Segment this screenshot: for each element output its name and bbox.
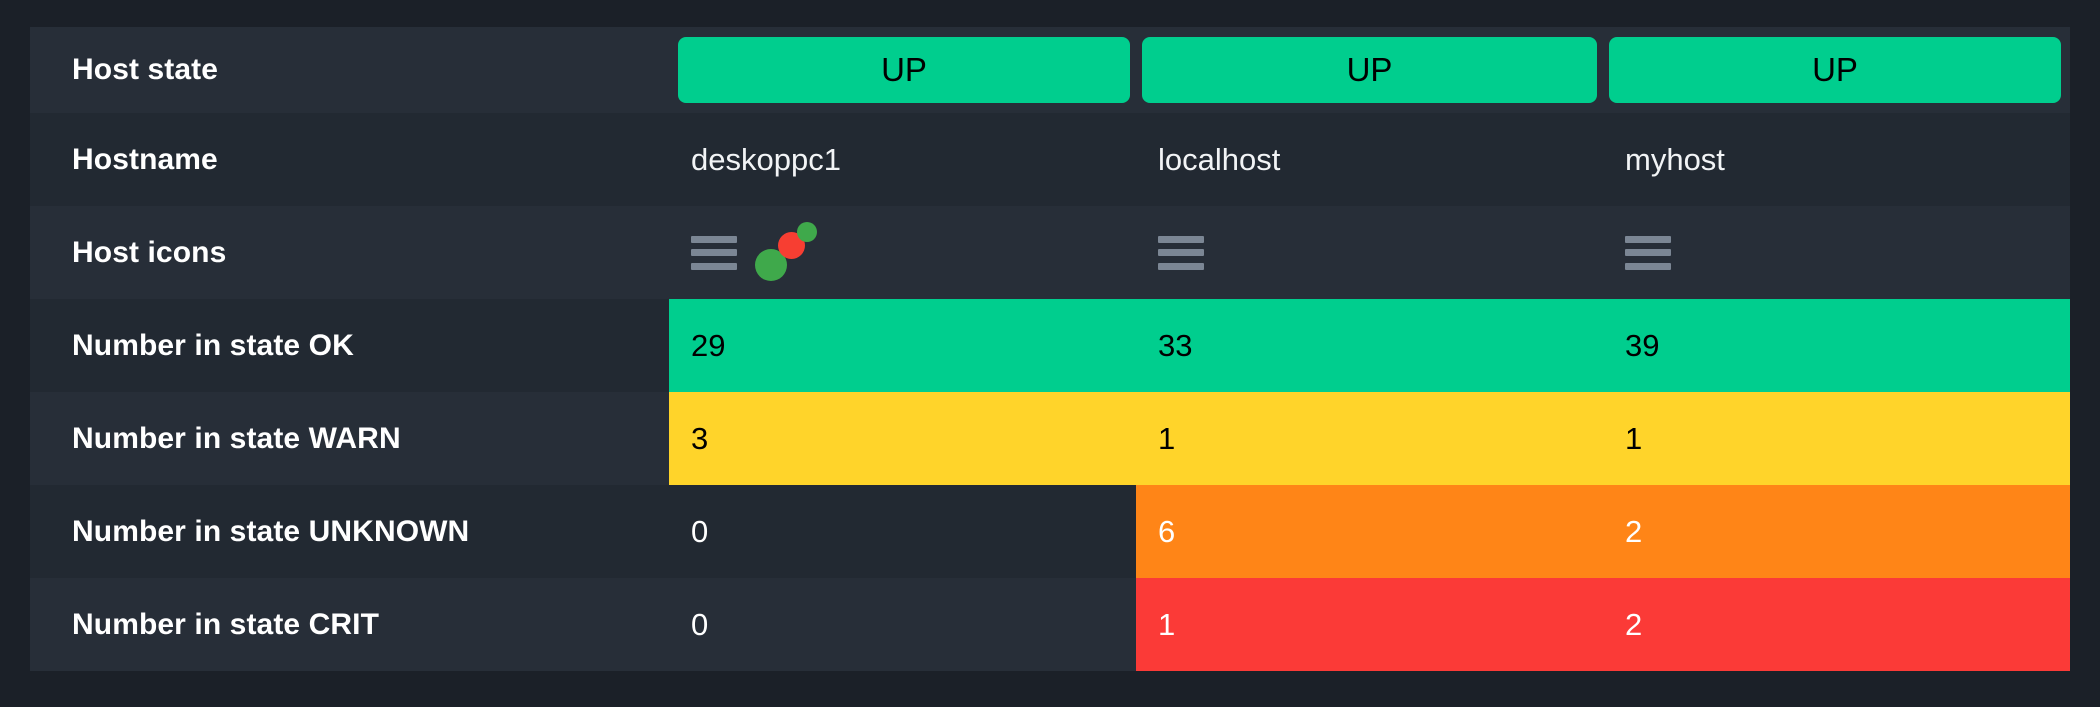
row-label-state-unknown: Number in state UNKNOWN xyxy=(30,485,669,578)
host-state-cell-1: UP xyxy=(669,27,1136,113)
table-row-state-warn: Number in state WARN 3 1 1 xyxy=(30,392,2070,485)
row-label-state-crit: Number in state CRIT xyxy=(30,578,669,671)
table-row-host-icons: Host icons xyxy=(30,206,2070,299)
hostname-value-3: myhost xyxy=(1625,141,1725,177)
row-label-state-ok: Number in state OK xyxy=(30,299,669,392)
table-row-state-ok: Number in state OK 29 33 39 xyxy=(30,299,2070,392)
menu-icon[interactable] xyxy=(1625,235,1671,270)
hostname-value-1: deskoppc1 xyxy=(691,141,841,177)
hostname-cell-1[interactable]: deskoppc1 xyxy=(669,113,1136,206)
table-row-hostname: Hostname deskoppc1 localhost myhost xyxy=(30,113,2070,206)
state-warn-value-1[interactable]: 3 xyxy=(669,392,1136,485)
menu-icon[interactable] xyxy=(1158,235,1204,270)
host-icons-cell-1 xyxy=(669,206,1136,299)
state-crit-value-1[interactable]: 0 xyxy=(669,578,1136,671)
state-ok-value-1[interactable]: 29 xyxy=(669,299,1136,392)
row-label-host-state: Host state xyxy=(30,27,669,113)
table-row-state-unknown: Number in state UNKNOWN 0 6 2 xyxy=(30,485,2070,578)
hostname-cell-2[interactable]: localhost xyxy=(1136,113,1603,206)
host-state-button-1[interactable]: UP xyxy=(678,37,1130,103)
table-row-host-state: Host state UP UP UP xyxy=(30,27,2070,113)
host-state-cell-2: UP xyxy=(1136,27,1603,113)
host-icons-cell-3 xyxy=(1603,206,2070,299)
state-unknown-value-2[interactable]: 6 xyxy=(1136,485,1603,578)
hostname-value-2: localhost xyxy=(1158,141,1281,177)
menu-icon[interactable] xyxy=(691,235,737,270)
host-state-cell-3: UP xyxy=(1603,27,2070,113)
state-crit-value-2[interactable]: 1 xyxy=(1136,578,1603,671)
state-ok-value-3[interactable]: 39 xyxy=(1603,299,2070,392)
host-icons-cell-2 xyxy=(1136,206,1603,299)
host-overview-page: Host state UP UP UP Hostname deskoppc1 l… xyxy=(0,0,2100,707)
hostname-cell-3[interactable]: myhost xyxy=(1603,113,2070,206)
state-unknown-value-3[interactable]: 2 xyxy=(1603,485,2070,578)
row-label-host-icons: Host icons xyxy=(30,206,669,299)
host-state-button-2[interactable]: UP xyxy=(1142,37,1597,103)
row-label-state-warn: Number in state WARN xyxy=(30,392,669,485)
host-overview-table: Host state UP UP UP Hostname deskoppc1 l… xyxy=(30,27,2070,671)
state-ok-value-2[interactable]: 33 xyxy=(1136,299,1603,392)
row-label-hostname: Hostname xyxy=(30,113,669,206)
table-row-state-crit: Number in state CRIT 0 1 2 xyxy=(30,578,2070,671)
topology-icon[interactable] xyxy=(755,221,817,281)
host-state-button-3[interactable]: UP xyxy=(1609,37,2061,103)
state-warn-value-2[interactable]: 1 xyxy=(1136,392,1603,485)
state-warn-value-3[interactable]: 1 xyxy=(1603,392,2070,485)
state-crit-value-3[interactable]: 2 xyxy=(1603,578,2070,671)
state-unknown-value-1[interactable]: 0 xyxy=(669,485,1136,578)
